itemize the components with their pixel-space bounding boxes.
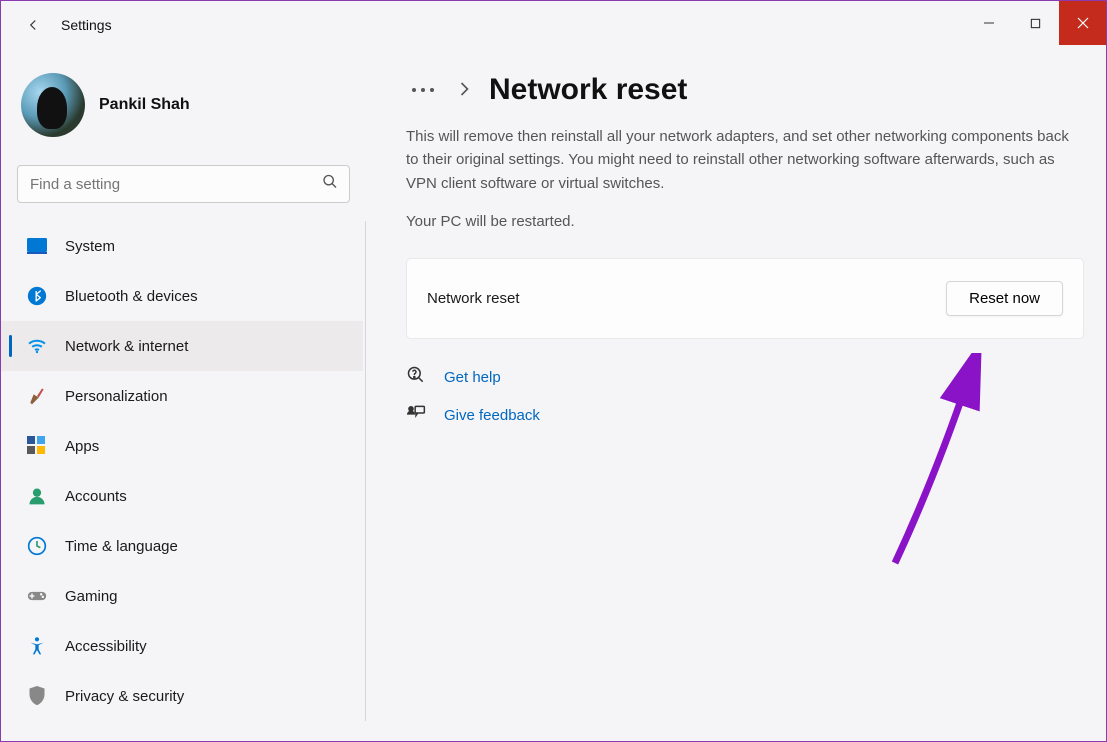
search-input[interactable] [17, 165, 350, 203]
sidebar-item-accounts[interactable]: Accounts [1, 471, 363, 521]
globe-clock-icon [27, 536, 47, 556]
sidebar-item-label: Personalization [65, 388, 168, 405]
back-button[interactable] [13, 5, 53, 45]
sidebar: Pankil Shah System Bluetooth & devices N… [1, 49, 366, 741]
page-description: This will remove then reinstall all your… [406, 125, 1084, 195]
user-profile[interactable]: Pankil Shah [1, 67, 366, 151]
sidebar-item-network[interactable]: Network & internet [1, 321, 363, 371]
app-title: Settings [61, 17, 112, 33]
feedback-icon [406, 404, 426, 427]
sidebar-item-bluetooth[interactable]: Bluetooth & devices [1, 271, 363, 321]
minimize-icon [983, 17, 995, 29]
help-icon [406, 365, 426, 390]
sidebar-item-label: Accounts [65, 488, 127, 505]
search-icon [322, 174, 338, 195]
system-icon [27, 236, 47, 256]
restart-note: Your PC will be restarted. [406, 213, 1084, 230]
shield-icon [27, 686, 47, 706]
avatar [21, 73, 85, 137]
wifi-icon [27, 336, 47, 356]
minimize-button[interactable] [965, 1, 1012, 45]
card-label: Network reset [427, 290, 520, 307]
maximize-button[interactable] [1012, 1, 1059, 45]
close-button[interactable] [1059, 1, 1106, 45]
window-controls [965, 1, 1106, 45]
sidebar-item-label: System [65, 238, 115, 255]
sidebar-item-label: Bluetooth & devices [65, 288, 198, 305]
close-icon [1077, 17, 1089, 29]
nav-list: System Bluetooth & devices Network & int… [1, 221, 366, 721]
apps-icon [27, 436, 47, 456]
sidebar-item-time-language[interactable]: Time & language [1, 521, 363, 571]
page-title: Network reset [489, 73, 687, 107]
sidebar-item-label: Privacy & security [65, 688, 184, 705]
sidebar-item-apps[interactable]: Apps [1, 421, 363, 471]
get-help-link[interactable]: Get help [444, 369, 501, 386]
maximize-icon [1030, 18, 1041, 29]
sidebar-item-accessibility[interactable]: Accessibility [1, 621, 363, 671]
person-icon [27, 486, 47, 506]
sidebar-item-label: Gaming [65, 588, 118, 605]
back-arrow-icon [24, 16, 42, 34]
sidebar-item-label: Time & language [65, 538, 178, 555]
bluetooth-icon [27, 286, 47, 306]
network-reset-card: Network reset Reset now [406, 258, 1084, 339]
main-content: Network reset This will remove then rein… [366, 49, 1106, 741]
help-links: Get help Give feedback [406, 365, 1084, 427]
gamepad-icon [27, 586, 47, 606]
breadcrumb: Network reset [406, 73, 1084, 107]
username: Pankil Shah [99, 96, 190, 114]
sidebar-item-label: Apps [65, 438, 99, 455]
breadcrumb-more-button[interactable] [406, 82, 440, 98]
search-box [17, 165, 350, 203]
reset-now-button[interactable]: Reset now [946, 281, 1063, 316]
chevron-right-icon [460, 82, 469, 99]
accessibility-icon [27, 636, 47, 656]
sidebar-item-personalization[interactable]: Personalization [1, 371, 363, 421]
brush-icon [27, 386, 47, 406]
give-feedback-link[interactable]: Give feedback [444, 407, 540, 424]
sidebar-item-system[interactable]: System [1, 221, 363, 271]
sidebar-item-gaming[interactable]: Gaming [1, 571, 363, 621]
sidebar-item-privacy[interactable]: Privacy & security [1, 671, 363, 721]
titlebar: Settings [1, 1, 1106, 49]
sidebar-item-label: Accessibility [65, 638, 147, 655]
sidebar-item-label: Network & internet [65, 338, 188, 355]
